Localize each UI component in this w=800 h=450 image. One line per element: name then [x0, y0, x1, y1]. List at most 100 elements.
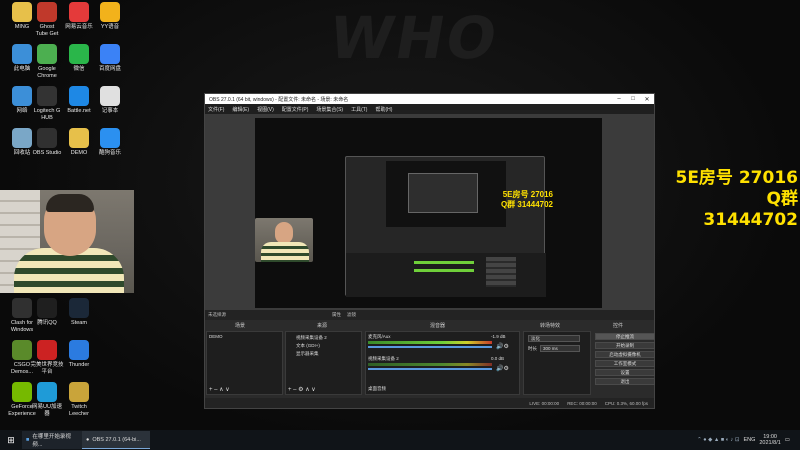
- scene-item[interactable]: DEMO: [209, 334, 223, 339]
- preview-room-number: 5E房号 27016: [502, 190, 553, 199]
- cpu-status: CPU: 0.3%, 60.00 fps: [604, 400, 648, 406]
- desktop-icon-label: Steam: [71, 320, 87, 326]
- source-item[interactable]: 显示器采集: [296, 351, 319, 357]
- mixer-channel-name: 桌面音频: [368, 386, 386, 391]
- speaker-icon[interactable]: 🔊⚙: [496, 365, 509, 372]
- start-recording-button[interactable]: 开始录制: [595, 342, 655, 349]
- desktop-icon[interactable]: Thunder: [59, 340, 99, 369]
- taskbar-item[interactable]: ● OBS 27.0.1 (64-bi...: [82, 431, 150, 449]
- sources-dock: 视频采集设备 2 文本 (GDI+) 显示器采集 + – ⚙ ∧ ∨: [285, 331, 362, 395]
- menu-item[interactable]: 工具(T): [351, 106, 367, 113]
- chrome-icon: [37, 44, 57, 64]
- obs-preview[interactable]: 5E房号 27016 Q群 31444702: [205, 114, 654, 310]
- folder-icon: [69, 128, 89, 148]
- desktop-icon-label: 记事本: [101, 108, 119, 114]
- obs-icon: [37, 128, 57, 148]
- taskbar-item-label: OBS 27.0.1 (64-bi...: [92, 436, 141, 443]
- uu-icon: [37, 382, 57, 402]
- source-toolbar: 未选择源 属性 滤镜: [205, 310, 654, 320]
- volume-slider[interactable]: [368, 368, 492, 370]
- desktop-icon-label: Twitch Leecher: [69, 404, 89, 417]
- nested-obs-window: [345, 156, 546, 297]
- maximize-icon[interactable]: □: [626, 96, 640, 103]
- obs-title: OBS 27.0.1 (64 bit, windows) - 配置文件: 未命名…: [209, 96, 349, 103]
- preview-canvas[interactable]: 5E房号 27016 Q群 31444702: [255, 118, 602, 308]
- source-item[interactable]: 视频采集设备 2: [296, 335, 327, 341]
- menu-item[interactable]: 场景集合(S): [316, 106, 343, 113]
- battlenet-icon: [69, 86, 89, 106]
- desktop: WHO MING Ghost Tube Get 网易云音乐 YY语音 此电脑 Google…: [0, 0, 800, 450]
- transition-select[interactable]: 淡化: [528, 335, 580, 342]
- desktop-icon[interactable]: YY语音: [90, 2, 130, 31]
- desktop-icon-label: 百度网盘: [98, 66, 121, 72]
- desktop-icon[interactable]: 记事本: [90, 86, 130, 115]
- cloud-icon: [100, 44, 120, 64]
- yy-icon: [100, 2, 120, 22]
- minimize-icon[interactable]: –: [612, 96, 626, 103]
- taskbar-item-label: 在哪里开始录视频...: [32, 434, 71, 448]
- no-source-label: 未选择源: [208, 312, 226, 317]
- perfect-world-icon: [37, 340, 57, 360]
- exit-button[interactable]: 退出: [595, 378, 655, 385]
- menu-item[interactable]: 配置文件(P): [282, 106, 309, 113]
- obs-status-bar: LIVE: 00:00:00 REC: 00:00:00 CPU: 0.3%, …: [205, 398, 654, 408]
- background-watermark: WHO: [324, 4, 504, 72]
- language-indicator[interactable]: ENG: [743, 437, 755, 443]
- stop-streaming-button[interactable]: 停止推流: [595, 333, 655, 340]
- app-icon: ■: [26, 437, 30, 443]
- desktop-icon[interactable]: Steam: [59, 298, 99, 327]
- menu-item[interactable]: 视图(V): [257, 106, 274, 113]
- controls-dock-title: 控件: [613, 323, 624, 329]
- taskbar-item[interactable]: ■ 在哪里开始录视频...: [22, 431, 82, 449]
- properties-button[interactable]: 属性: [332, 312, 341, 318]
- notification-icon[interactable]: ▭: [785, 437, 790, 443]
- obs-icon: ●: [86, 436, 90, 443]
- studio-mode-button[interactable]: 工作室模式: [595, 360, 655, 367]
- clock-date: 2021/8/1: [759, 440, 781, 446]
- filters-button[interactable]: 滤镜: [347, 312, 356, 318]
- scenes-dock: DEMO + – ∧ ∨: [206, 331, 283, 395]
- mixer-channel-db: -1.9 dB: [491, 334, 506, 339]
- desktop-icon[interactable]: 百度网盘: [90, 44, 130, 73]
- mixer-dock: 麦克风/Aux -1.9 dB 🔊⚙ 视频采集设备 2 0.0 dB 🔊⚙ 桌面…: [365, 331, 520, 395]
- desktop-icon[interactable]: 酷狗音乐: [90, 128, 130, 157]
- mixer-channel-db: 0.0 dB: [491, 356, 505, 361]
- live-status: LIVE: 00:00:00: [529, 400, 560, 406]
- source-toolbar-buttons[interactable]: + – ⚙ ∧ ∨: [288, 386, 316, 393]
- speaker-icon[interactable]: 🔊⚙: [496, 343, 509, 350]
- logitech-icon: [37, 86, 57, 106]
- desktop-icon-label: YY语音: [100, 24, 120, 30]
- steam-icon: [69, 298, 89, 318]
- obs-menu-bar: 文件(F) 编辑(E) 视图(V) 配置文件(P) 场景集合(S) 工具(T) 帮助(H): [205, 104, 654, 114]
- clock[interactable]: 19:00 2021/8/1: [759, 434, 780, 446]
- preview-webcam: [255, 218, 313, 262]
- tray-icons[interactable]: ⌃ ● ◆ ▲ ■ ◐ ♪ ⊡: [697, 437, 739, 443]
- twitch-icon: [69, 382, 89, 402]
- volume-slider[interactable]: [368, 346, 492, 348]
- rec-status: REC: 00:00:00: [567, 400, 597, 406]
- virtual-camera-button[interactable]: 启动虚拟摄像机: [595, 351, 655, 358]
- taskbar: ⊞ ■ 在哪里开始录视频... ● OBS 27.0.1 (64-bi... ⌃…: [0, 430, 800, 450]
- desktop-icon-label: Thunder: [68, 362, 90, 368]
- desktop-icon-label: 酷狗音乐: [98, 150, 121, 156]
- sources-dock-title: 来源: [317, 323, 328, 329]
- menu-item[interactable]: 帮助(H): [375, 106, 392, 113]
- thunder-icon: [69, 340, 89, 360]
- wechat-icon: [69, 44, 89, 64]
- preview-qq-group: Q群 31444702: [500, 200, 553, 209]
- source-item[interactable]: 文本 (GDI+): [296, 343, 320, 349]
- menu-item[interactable]: 文件(F): [208, 106, 224, 113]
- system-tray: ⌃ ● ◆ ▲ ■ ◐ ♪ ⊡ ENG 19:00 2021/8/1 ▭: [697, 434, 800, 446]
- obs-window: OBS 27.0.1 (64 bit, windows) - 配置文件: 未命名…: [204, 93, 655, 409]
- scene-toolbar[interactable]: + – ∧ ∨: [209, 386, 230, 393]
- desktop-icon[interactable]: Twitch Leecher: [59, 382, 99, 417]
- menu-item[interactable]: 编辑(E): [232, 106, 249, 113]
- duration-input[interactable]: 300 ms: [540, 345, 580, 352]
- webcam-feed: [0, 190, 134, 293]
- settings-button[interactable]: 设置: [595, 369, 655, 376]
- mixer-channel-name: 视频采集设备 2: [368, 356, 399, 361]
- start-button[interactable]: ⊞: [0, 431, 22, 449]
- close-icon[interactable]: ✕: [640, 96, 654, 103]
- mixer-channel-name: 麦克风/Aux: [368, 334, 391, 339]
- stream-overlay-text: 5E房号 27016 Q群 31444702: [670, 168, 798, 231]
